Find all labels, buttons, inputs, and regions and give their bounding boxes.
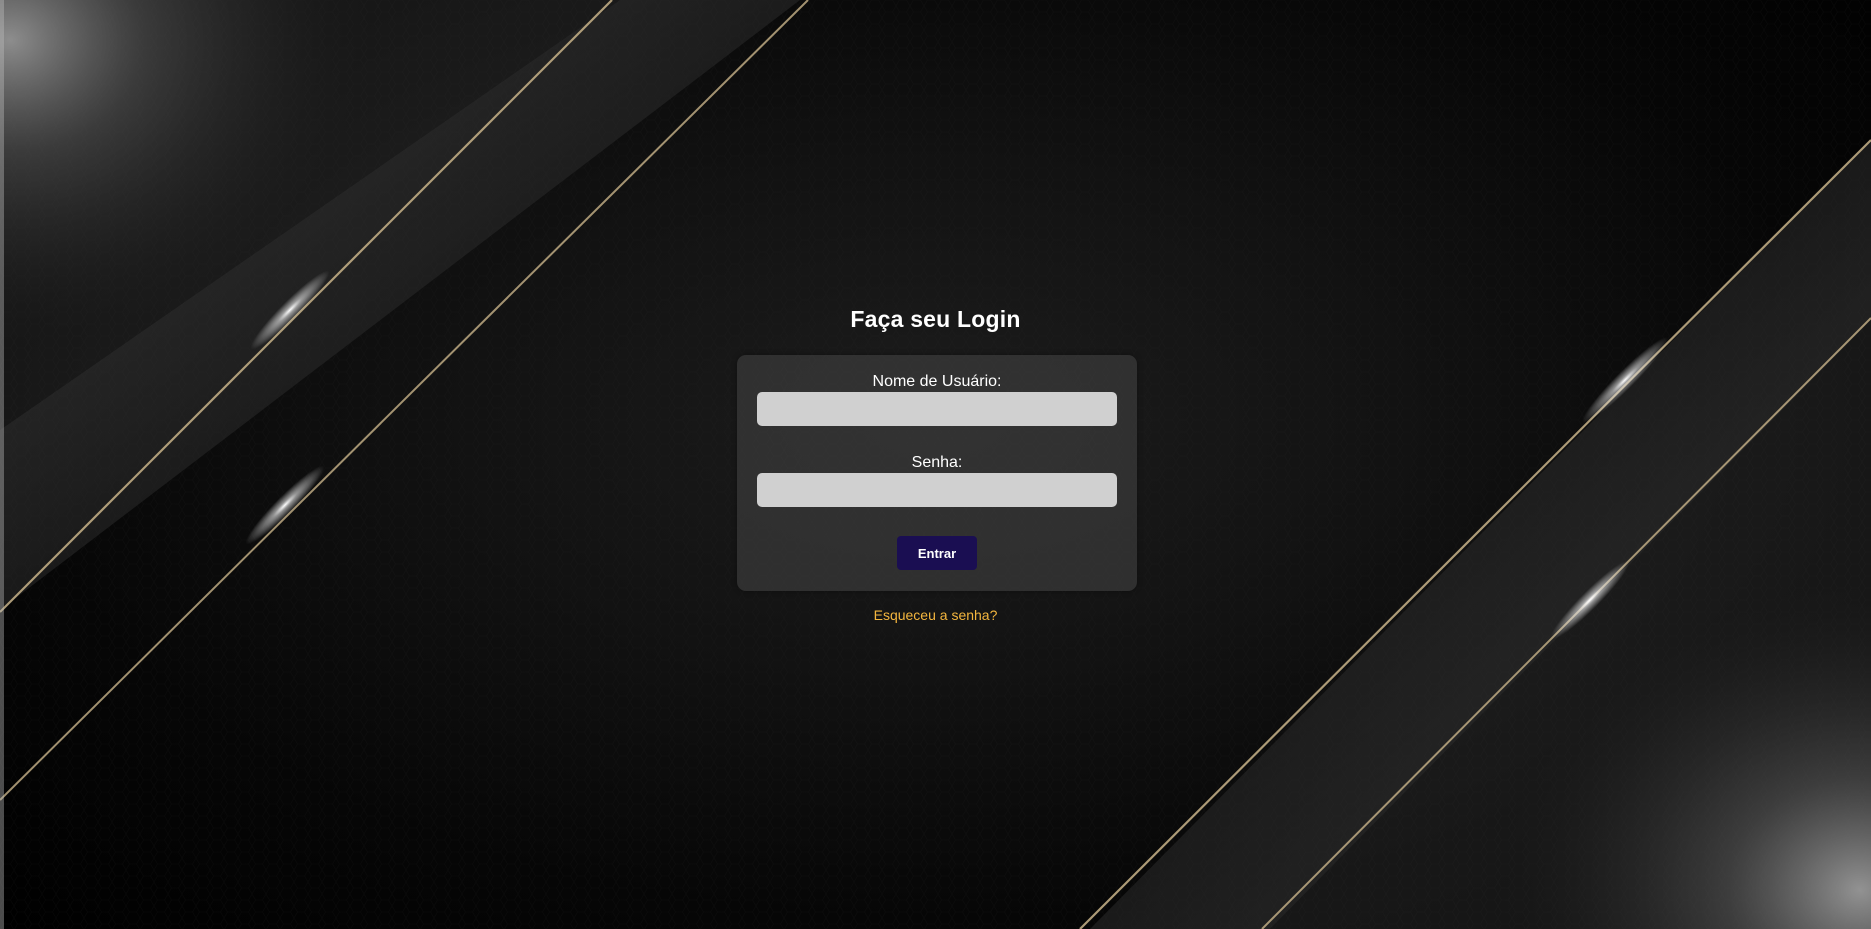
forgot-password-link[interactable]: Esqueceu a senha? <box>874 607 998 623</box>
login-button[interactable]: Entrar <box>897 536 977 570</box>
username-input[interactable] <box>757 392 1117 426</box>
username-label: Nome de Usuário: <box>872 373 1002 390</box>
login-page: Faça seu Login Nome de Usuário: Senha: E… <box>0 0 1871 929</box>
forgot-password-container: Esqueceu a senha? <box>0 607 1871 623</box>
login-title: Faça seu Login <box>850 306 1021 332</box>
login-form: Nome de Usuário: Senha: Entrar <box>737 355 1137 591</box>
login-container: Faça seu Login Nome de Usuário: Senha: E… <box>0 0 1871 929</box>
password-label: Senha: <box>911 454 963 471</box>
password-input[interactable] <box>757 473 1117 507</box>
